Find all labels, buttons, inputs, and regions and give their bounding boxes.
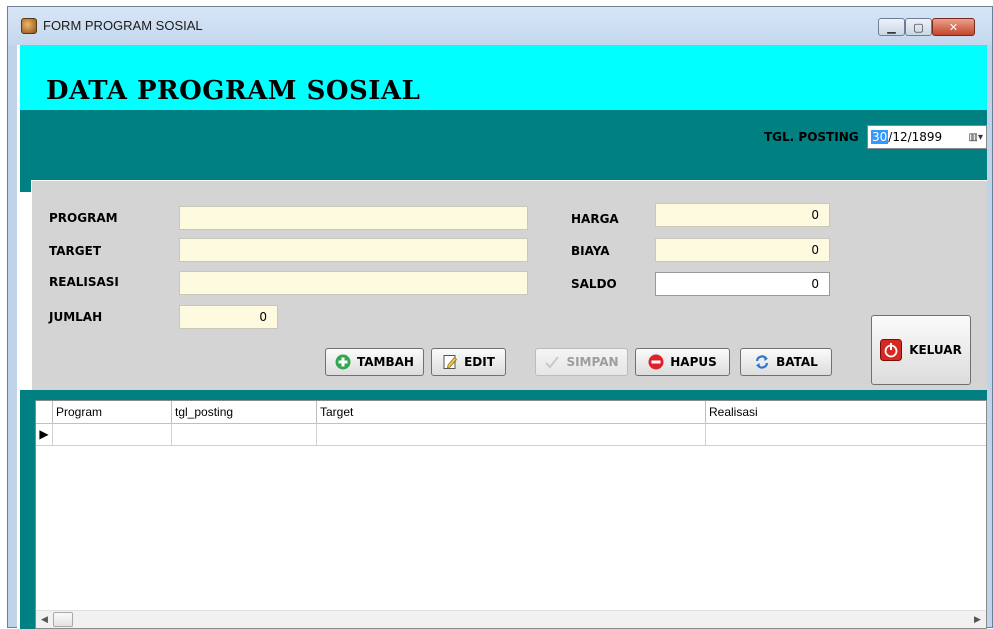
calendar-dropdown-icon[interactable]: ▥▾ <box>969 132 983 143</box>
tambah-button[interactable]: TAMBAH <box>325 348 424 376</box>
keluar-label: KELUAR <box>909 343 962 357</box>
target-input[interactable] <box>179 238 528 262</box>
biaya-input[interactable]: 0 <box>655 238 830 262</box>
tgl-posting-datepicker[interactable]: 30 /12/1899 ▥▾ <box>867 125 987 149</box>
header-banner: DATA PROGRAM SOSIAL <box>20 45 987 110</box>
edit-label: EDIT <box>464 355 495 369</box>
window-title: FORM PROGRAM SOSIAL <box>43 18 203 33</box>
grid-header: Program tgl_posting Target Realisasi <box>36 401 986 424</box>
column-header-realisasi[interactable]: Realisasi <box>706 401 986 423</box>
hapus-button[interactable]: HAPUS <box>635 348 730 376</box>
target-label: TARGET <box>49 244 102 258</box>
maximize-button[interactable]: ▢ <box>905 18 932 36</box>
simpan-button[interactable]: SIMPAN <box>535 348 628 376</box>
harga-input[interactable]: 0 <box>655 203 830 227</box>
cell-program[interactable] <box>53 423 172 445</box>
scroll-right-icon[interactable]: ▶ <box>969 615 986 625</box>
maximize-icon: ▢ <box>913 20 924 34</box>
tambah-label: TAMBAH <box>357 355 414 369</box>
harga-label: HARGA <box>571 212 619 226</box>
keluar-button[interactable]: KELUAR <box>871 315 971 385</box>
refresh-icon <box>756 355 769 369</box>
current-row-indicator-icon: ▶ <box>36 423 53 445</box>
data-grid[interactable]: Program tgl_posting Target Realisasi ▶ ◀… <box>35 400 987 629</box>
date-day-selected[interactable]: 30 <box>871 130 889 144</box>
app-window: FORM PROGRAM SOSIAL ▁ ▢ ✕ DATA PROGRAM S… <box>7 6 993 629</box>
cell-tgl-posting[interactable] <box>172 423 317 445</box>
minus-circle-icon <box>648 354 664 370</box>
tgl-posting-label: TGL. POSTING <box>764 130 859 144</box>
checkmark-icon <box>545 356 560 369</box>
cell-target[interactable] <box>317 423 706 445</box>
column-header-program[interactable]: Program <box>53 401 172 423</box>
batal-button[interactable]: BATAL <box>740 348 832 376</box>
program-input[interactable] <box>179 206 528 230</box>
column-header-target[interactable]: Target <box>317 401 706 423</box>
form-client-area: DATA PROGRAM SOSIAL TGL. POSTING 30 /12/… <box>17 45 987 629</box>
saldo-label: SALDO <box>571 277 617 291</box>
minimize-button[interactable]: ▁ <box>878 18 905 36</box>
close-icon: ✕ <box>948 20 959 34</box>
realisasi-input[interactable] <box>179 271 528 295</box>
batal-label: BATAL <box>776 355 818 369</box>
jumlah-label: JUMLAH <box>49 310 103 324</box>
simpan-label: SIMPAN <box>566 355 619 369</box>
realisasi-label: REALISASI <box>49 275 119 289</box>
minimize-icon: ▁ <box>887 20 896 34</box>
jumlah-input[interactable]: 0 <box>179 305 278 329</box>
close-button[interactable]: ✕ <box>932 18 975 36</box>
horizontal-scrollbar[interactable]: ◀ ▶ <box>36 610 986 628</box>
scroll-thumb[interactable] <box>53 612 73 627</box>
program-label: PROGRAM <box>49 211 118 225</box>
cell-realisasi[interactable] <box>706 423 986 445</box>
app-icon <box>21 18 37 34</box>
scroll-left-icon[interactable]: ◀ <box>36 615 53 625</box>
power-icon <box>880 339 903 361</box>
biaya-label: BIAYA <box>571 244 610 258</box>
edit-button[interactable]: EDIT <box>431 348 506 376</box>
date-month-year[interactable]: /12/1899 <box>888 130 942 144</box>
title-bar[interactable]: FORM PROGRAM SOSIAL ▁ ▢ ✕ <box>8 7 992 45</box>
page-title: DATA PROGRAM SOSIAL <box>46 76 421 106</box>
edit-icon <box>443 355 458 369</box>
column-header-tgl-posting[interactable]: tgl_posting <box>172 401 317 423</box>
saldo-input[interactable]: 0 <box>655 272 830 296</box>
table-row[interactable]: ▶ <box>36 423 986 446</box>
hapus-label: HAPUS <box>670 355 717 369</box>
input-panel: PROGRAM TARGET REALISASI JUMLAH 0 HARGA … <box>31 180 987 391</box>
plus-circle-icon <box>335 354 351 370</box>
row-indicator-header <box>36 401 53 423</box>
